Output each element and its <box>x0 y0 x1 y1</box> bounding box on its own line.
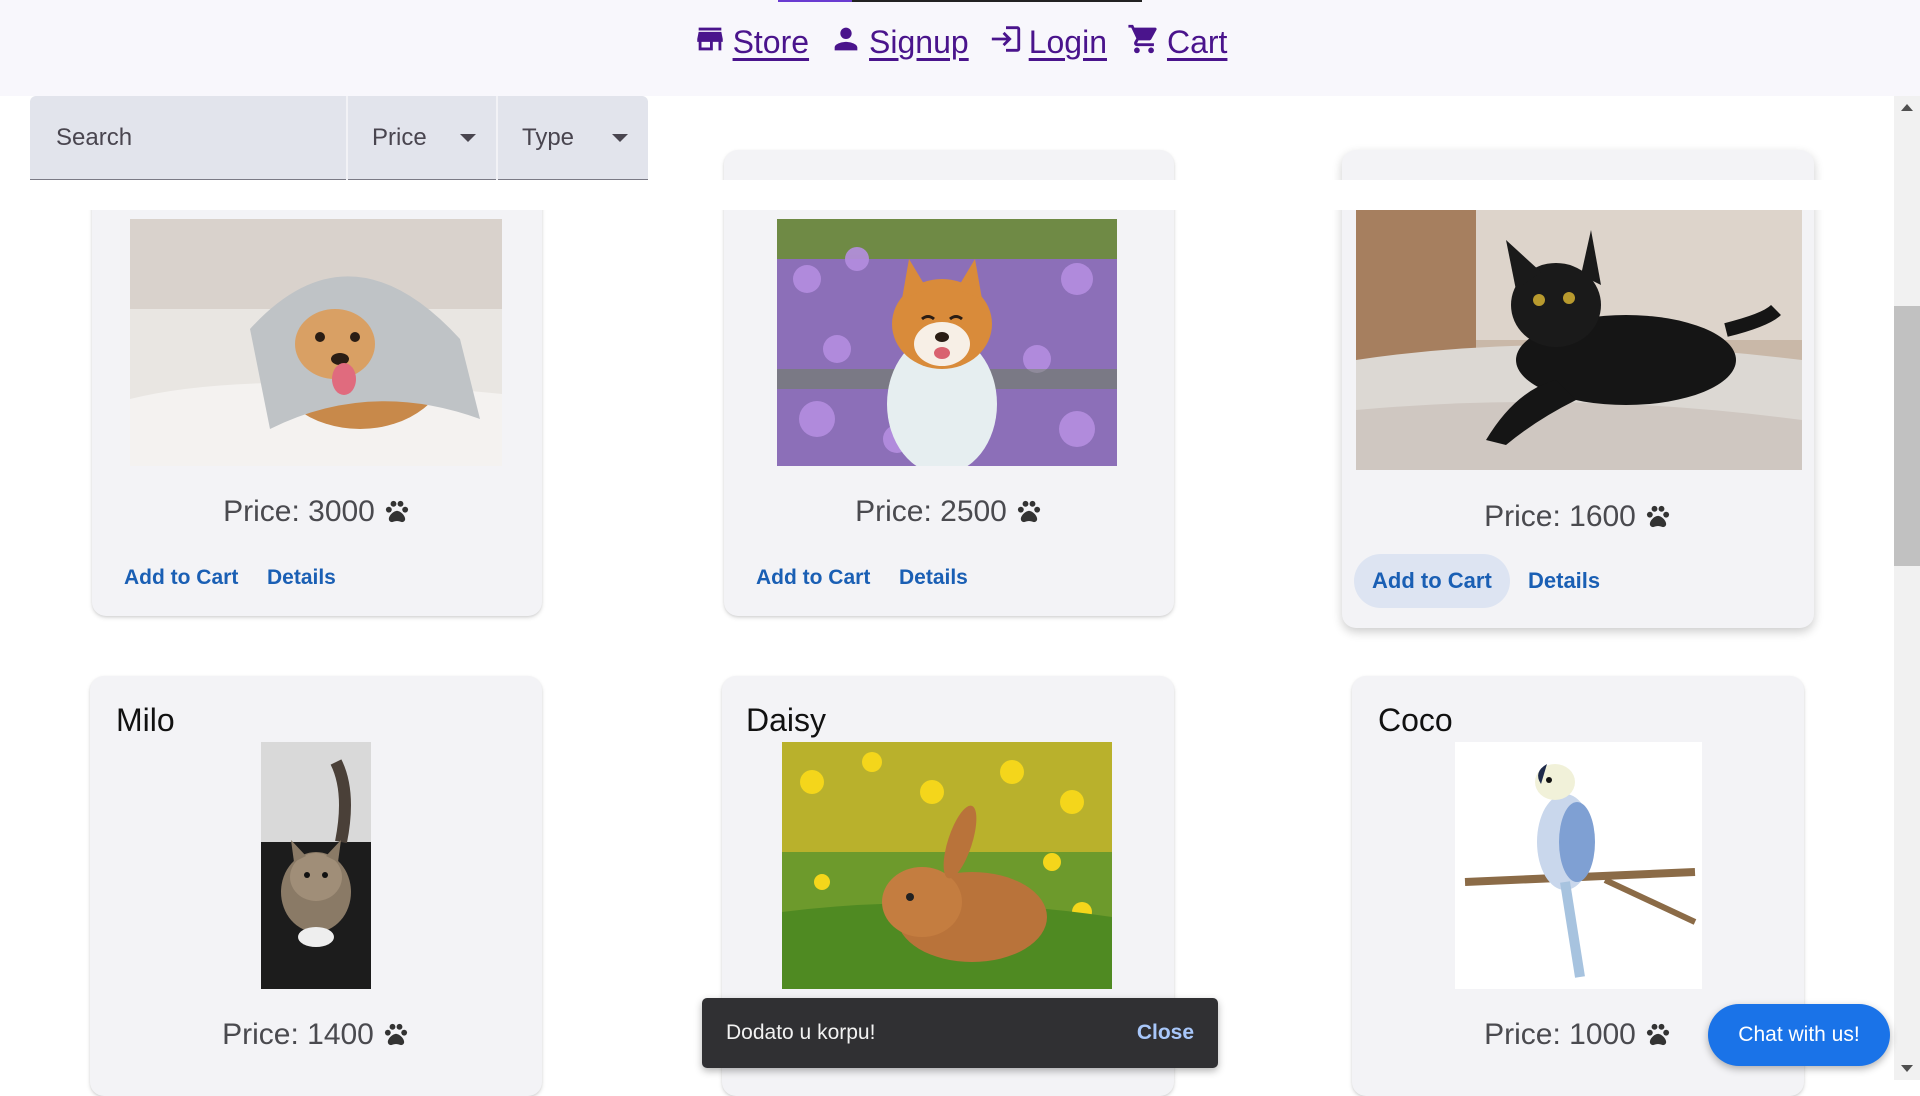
add-to-cart-button[interactable]: Add to Cart <box>738 556 888 600</box>
pet-photo <box>782 742 1112 989</box>
paw-icon <box>1646 1023 1669 1046</box>
snackbar-close-button[interactable]: Close <box>1137 1021 1194 1045</box>
nav-signup-label: Signup <box>869 24 969 60</box>
price-row: Price: 2500 <box>724 495 1174 529</box>
price-text: Price: 1000 <box>1484 1018 1636 1051</box>
paw-icon <box>1646 505 1669 528</box>
pet-photo <box>777 219 1117 466</box>
pet-name: Milo <box>116 702 175 738</box>
pet-photo <box>1356 210 1802 470</box>
add-to-cart-button[interactable]: Add to Cart <box>106 556 256 600</box>
price-text: Price: 3000 <box>223 495 375 528</box>
nav-store-label: Store <box>732 24 810 60</box>
filter-bar: Price Type <box>30 95 648 180</box>
person-icon <box>834 27 858 50</box>
pet-name: Daisy <box>746 702 827 738</box>
nav-cart-link[interactable]: Cart <box>1127 24 1227 61</box>
shiba-inu-image <box>777 219 1117 466</box>
black-cat-image <box>1356 210 1802 470</box>
type-select-label: Type <box>522 123 575 151</box>
details-button[interactable]: Details <box>881 556 986 600</box>
nav-active-indicator <box>778 0 852 2</box>
top-navbar: Store Signup Login Cart <box>0 0 1920 96</box>
details-button[interactable]: Details <box>249 556 354 600</box>
price-select-label: Price <box>372 123 427 151</box>
nav-login-link[interactable]: Login <box>989 24 1107 61</box>
nav-links: Store Signup Login Cart <box>0 24 1920 61</box>
tabby-cat-image <box>261 742 371 989</box>
price-row: Price: 1400 <box>90 1018 542 1052</box>
add-to-cart-button[interactable]: Add to Cart <box>1354 554 1510 608</box>
chat-button[interactable]: Chat with us! <box>1708 1004 1890 1066</box>
price-row: Price: 3000 <box>92 495 542 529</box>
scrollbar-thumb[interactable] <box>1894 306 1920 566</box>
cart-icon <box>1128 24 1157 53</box>
nav-signup-link[interactable]: Signup <box>829 24 969 61</box>
paw-icon <box>1017 500 1040 523</box>
pet-card: Price: 2500 Add to Cart Details <box>724 150 1174 616</box>
scroll-up-arrow-icon[interactable] <box>1901 104 1913 111</box>
price-text: Price: 1400 <box>222 1018 374 1051</box>
paw-icon <box>385 500 408 523</box>
scroll-down-arrow-icon[interactable] <box>1901 1065 1913 1072</box>
snackbar: Dodato u korpu! Close <box>702 998 1218 1068</box>
snackbar-message: Dodato u korpu! <box>726 1021 876 1044</box>
budgie-image <box>1455 742 1702 989</box>
pet-photo <box>130 219 502 466</box>
pet-photo <box>261 742 371 989</box>
scroll-cutoff <box>0 180 1890 210</box>
login-icon <box>991 25 1020 52</box>
search-field[interactable] <box>30 95 348 180</box>
nav-login-label: Login <box>1028 24 1107 60</box>
paw-icon <box>384 1023 407 1046</box>
search-input[interactable] <box>54 122 334 153</box>
dropdown-arrow-icon <box>460 133 476 142</box>
type-select[interactable]: Type <box>498 96 648 180</box>
rabbit-image <box>782 742 1112 989</box>
price-row: Price: 1600 <box>1342 500 1814 534</box>
store-icon <box>696 27 723 50</box>
pet-card: Price: 3000 Add to Cart Details <box>92 150 542 616</box>
pet-name: Coco <box>1378 702 1453 738</box>
price-select[interactable]: Price <box>348 95 498 180</box>
golden-retriever-image <box>130 219 502 466</box>
dropdown-arrow-icon <box>612 133 628 142</box>
nav-indicator-line <box>852 0 1142 2</box>
pet-photo <box>1455 742 1702 989</box>
nav-cart-label: Cart <box>1166 24 1228 60</box>
price-text: Price: 1600 <box>1484 500 1636 533</box>
pet-card: Milo Price: 1400 <box>90 676 542 1096</box>
price-text: Price: 2500 <box>855 495 1007 528</box>
pet-card: Price: 1600 Add to Cart Details <box>1342 150 1814 628</box>
nav-store-link[interactable]: Store <box>693 24 809 61</box>
details-button[interactable]: Details <box>1510 554 1618 608</box>
page-scrollbar[interactable] <box>1894 96 1920 1080</box>
